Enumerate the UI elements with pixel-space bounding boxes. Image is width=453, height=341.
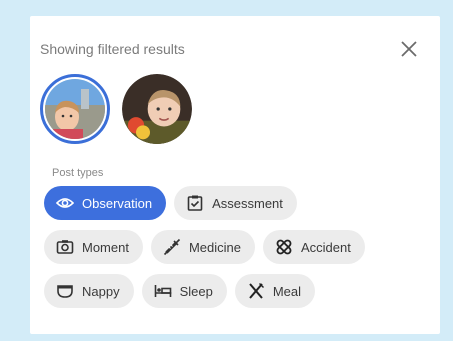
child-avatars xyxy=(40,74,192,144)
chip-meal[interactable]: Meal xyxy=(234,274,316,308)
chip-label: Meal xyxy=(272,283,302,299)
bandage-icon xyxy=(275,238,293,256)
post-types-label: Post types xyxy=(52,167,104,179)
panel-title: Showing filtered results xyxy=(40,41,185,57)
chip-moment[interactable]: Moment xyxy=(44,230,143,264)
cutlery-icon xyxy=(247,282,265,300)
camera-icon xyxy=(56,238,74,256)
syringe-icon xyxy=(163,238,181,256)
chip-sleep[interactable]: Sleep xyxy=(141,274,227,308)
close-button[interactable] xyxy=(398,38,420,60)
chip-label: Assessment xyxy=(212,195,283,211)
chip-row: Observation Assessment xyxy=(44,186,365,220)
eye-icon xyxy=(56,194,74,212)
checklist-icon xyxy=(186,194,204,212)
chip-nappy[interactable]: Nappy xyxy=(44,274,134,308)
avatar-child-2[interactable] xyxy=(122,74,192,144)
filter-panel: Showing filtered results Post types Obse… xyxy=(30,16,440,334)
chip-medicine[interactable]: Medicine xyxy=(150,230,255,264)
chip-label: Sleep xyxy=(179,283,213,299)
child-photo xyxy=(45,79,105,139)
chip-row: Moment Medicine Accident xyxy=(44,230,365,264)
chip-label: Nappy xyxy=(82,283,120,299)
chip-label: Accident xyxy=(301,239,351,255)
chip-assessment[interactable]: Assessment xyxy=(174,186,297,220)
post-type-chips: Observation Assessment Moment Medicine A… xyxy=(44,186,365,318)
chip-label: Moment xyxy=(82,239,129,255)
chip-row: Nappy Sleep Meal xyxy=(44,274,365,308)
chip-accident[interactable]: Accident xyxy=(263,230,365,264)
child-photo xyxy=(122,74,192,144)
chip-label: Observation xyxy=(82,195,153,211)
bed-icon xyxy=(154,282,172,300)
chip-label: Medicine xyxy=(188,239,241,255)
chip-observation[interactable]: Observation xyxy=(44,186,167,220)
avatar-child-1[interactable] xyxy=(40,74,110,144)
close-icon xyxy=(401,41,417,57)
nappy-icon xyxy=(56,282,74,300)
